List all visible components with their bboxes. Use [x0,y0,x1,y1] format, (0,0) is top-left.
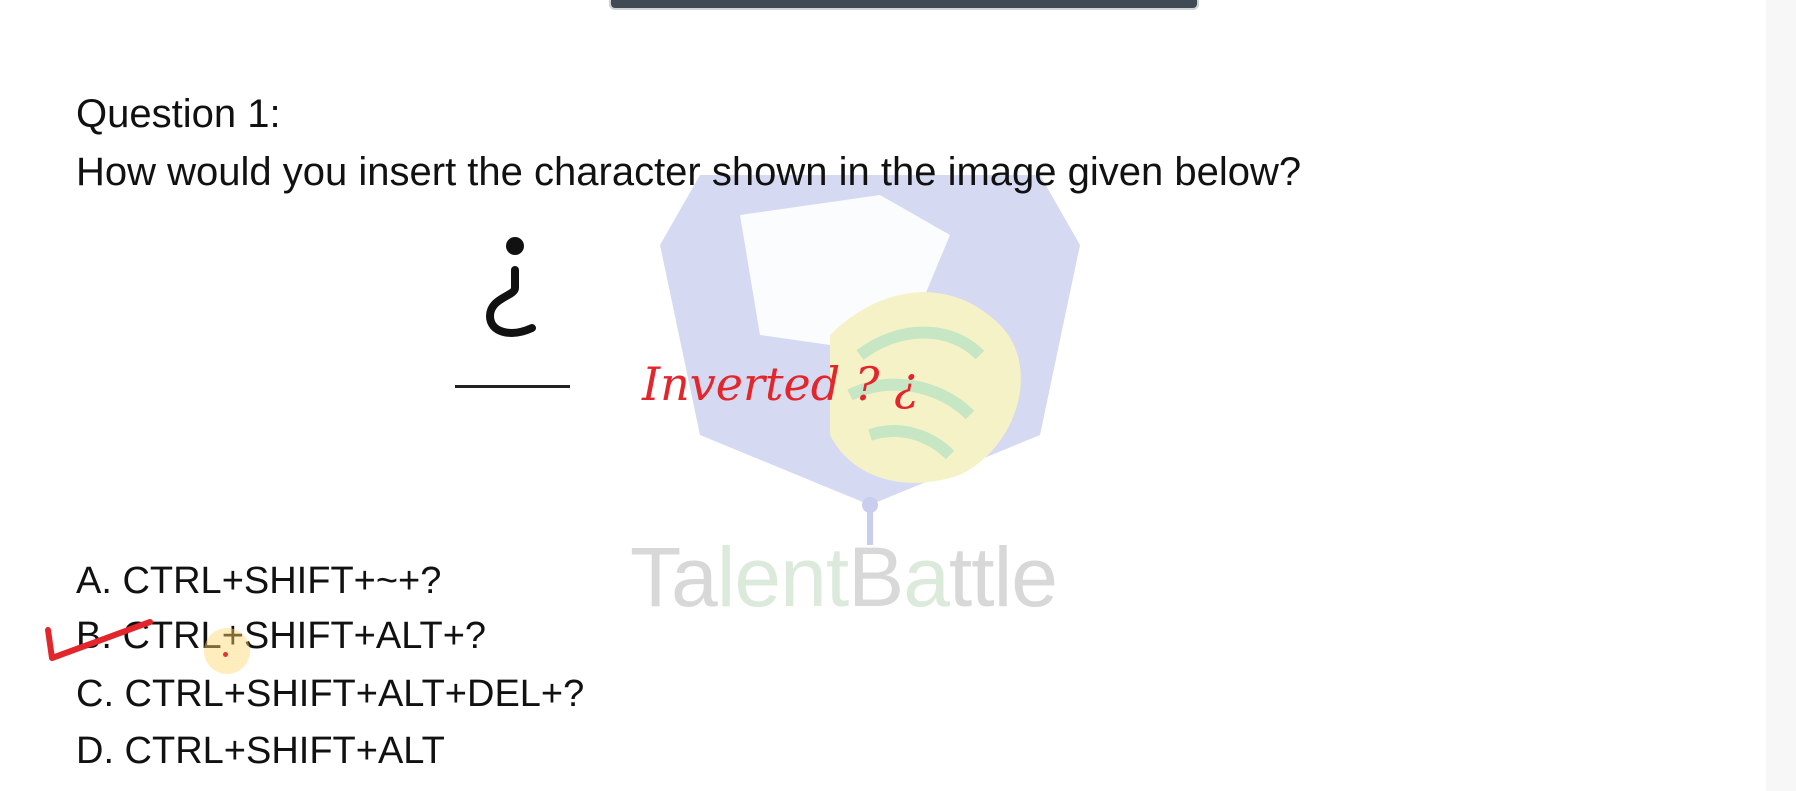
checkmark-icon [45,619,153,661]
cursor-highlight [204,628,250,674]
window-edge-strip [1766,0,1796,791]
watermark-part-3: B [848,530,904,624]
question-text: How would you insert the character shown… [76,150,1302,194]
watermark-part-4: a [903,530,950,624]
option-d[interactable]: D. CTRL+SHIFT+ALT [76,728,445,774]
annotation-text: Inverted ? ¿ [641,357,919,411]
watermark-part-2: lent [716,530,849,624]
option-a[interactable]: A. CTRL+SHIFT+~+? [76,558,441,604]
watermark-text: TalentBattle [630,530,1058,624]
annotation-inverted-note: Inverted ? ¿ [641,357,919,411]
inverted-question-mark-icon [485,237,536,337]
watermark-part-5: ttle [948,530,1058,624]
question-title: Question 1: [76,92,281,136]
watermark-part-1: Ta [630,530,718,624]
slide-canvas: TalentBattle Question 1: How would you i… [0,0,1766,791]
cursor-pointer-icon [223,652,228,657]
character-underline [455,385,570,388]
